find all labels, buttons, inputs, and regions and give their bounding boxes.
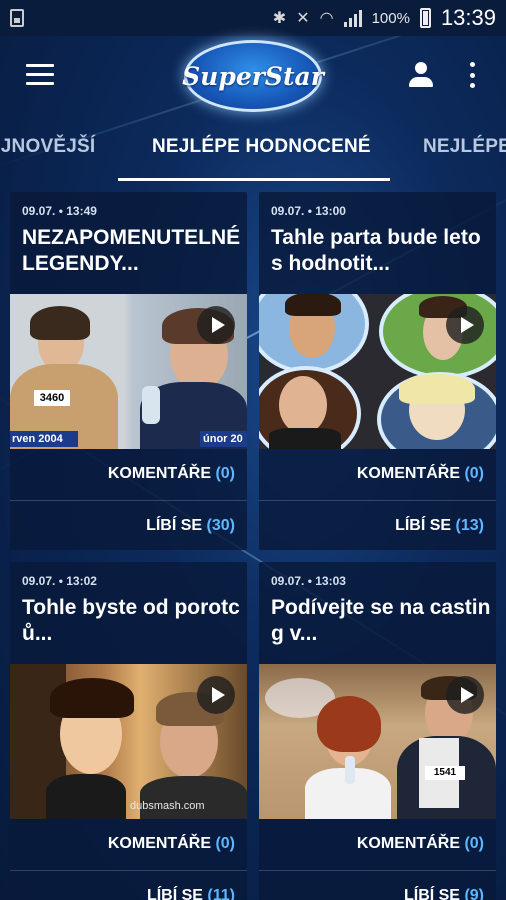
likes-link[interactable]: LÍBÍ SE (11) xyxy=(147,887,235,900)
tab-newest[interactable]: NEJNOVĚJŠÍ xyxy=(0,136,95,158)
card-title[interactable]: NEZAPOMENUTELNÉ LEGENDY... xyxy=(22,225,242,277)
status-bar: ✱ ✕ ◠ 100% 13:39 xyxy=(0,0,506,36)
likes-label: LÍBÍ SE xyxy=(146,887,203,900)
vibrate-mute-icon: ✕ xyxy=(296,10,310,27)
comments-link[interactable]: KOMENTÁŘE (0) xyxy=(108,465,235,483)
comments-count: (0) xyxy=(464,835,484,852)
comments-link[interactable]: KOMENTÁŘE (0) xyxy=(357,835,484,853)
likes-count: (13) xyxy=(455,517,484,534)
bluetooth-icon: ✱ xyxy=(272,10,287,27)
contestant-number: 3460 xyxy=(34,390,70,406)
likes-count: (11) xyxy=(207,887,235,900)
card-date: 09.07. • 13:00 xyxy=(271,204,346,218)
comments-link[interactable]: KOMENTÁŘE (0) xyxy=(357,465,484,483)
comments-label: KOMENTÁŘE xyxy=(107,465,211,482)
logo-text: SuperStar xyxy=(182,61,324,91)
divider xyxy=(259,870,496,871)
card-title[interactable]: Tohle byste od porotců... xyxy=(22,595,242,647)
tab-top-rated[interactable]: NEJLÉPE HODNOCENÉ xyxy=(152,136,371,158)
video-card[interactable]: 09.07. • 13:00 Tahle parta bude letos ho… xyxy=(259,192,496,550)
card-title[interactable]: Podívejte se na casting v... xyxy=(271,595,491,647)
wifi-icon: ◠ xyxy=(319,10,334,27)
comments-count: (0) xyxy=(215,465,235,482)
likes-label: LÍBÍ SE xyxy=(395,517,452,534)
clock: 13:39 xyxy=(440,5,496,30)
tab-best[interactable]: NEJLÉPE xyxy=(423,136,506,158)
thumbnail-caption: únor 20 xyxy=(200,431,247,447)
likes-count: (30) xyxy=(206,517,235,534)
comments-label: KOMENTÁŘE xyxy=(356,835,460,852)
comments-label: KOMENTÁŘE xyxy=(107,835,211,852)
user-account-icon[interactable] xyxy=(408,62,434,88)
likes-label: LÍBÍ SE xyxy=(403,887,460,900)
play-icon[interactable] xyxy=(446,676,484,714)
divider xyxy=(10,870,247,871)
card-date: 09.07. • 13:03 xyxy=(271,574,346,588)
menu-icon[interactable] xyxy=(26,64,54,86)
comments-count: (0) xyxy=(464,465,484,482)
likes-link[interactable]: LÍBÍ SE (9) xyxy=(404,887,484,900)
video-thumbnail[interactable] xyxy=(259,294,496,449)
sim-card-icon xyxy=(10,9,24,27)
signal-icon xyxy=(343,9,362,27)
likes-link[interactable]: LÍBÍ SE (13) xyxy=(395,517,484,535)
likes-count: (9) xyxy=(464,887,484,900)
card-date: 09.07. • 13:49 xyxy=(22,204,97,218)
card-date: 09.07. • 13:02 xyxy=(22,574,97,588)
comments-label: KOMENTÁŘE xyxy=(356,465,460,482)
card-title[interactable]: Tahle parta bude letos hodnotit... xyxy=(271,225,491,277)
play-icon[interactable] xyxy=(446,306,484,344)
play-icon[interactable] xyxy=(197,306,235,344)
divider xyxy=(10,500,247,501)
likes-link[interactable]: LÍBÍ SE (30) xyxy=(146,517,235,535)
more-options-icon[interactable] xyxy=(466,62,478,88)
video-card[interactable]: 09.07. • 13:02 Tohle byste od porotců...… xyxy=(10,562,247,900)
thumbnail-caption: rven 2004 xyxy=(10,431,78,447)
active-tab-indicator xyxy=(118,178,390,181)
divider xyxy=(259,500,496,501)
app-bar: SuperStar xyxy=(0,36,506,116)
video-thumbnail[interactable]: 3460 rven 2004 únor 20 xyxy=(10,294,247,449)
video-card[interactable]: 09.07. • 13:03 Podívejte se na casting v… xyxy=(259,562,496,900)
video-thumbnail[interactable]: 1541 xyxy=(259,664,496,819)
watermark-text: dubsmash.com xyxy=(130,800,205,812)
play-icon[interactable] xyxy=(197,676,235,714)
battery-icon xyxy=(419,8,431,28)
tab-bar: NEJNOVĚJŠÍ NEJLÉPE HODNOCENÉ NEJLÉPE xyxy=(0,116,506,182)
contestant-number: 1541 xyxy=(425,766,465,780)
comments-link[interactable]: KOMENTÁŘE (0) xyxy=(108,835,235,853)
battery-percent: 100% xyxy=(371,9,410,27)
video-thumbnail[interactable]: dubsmash.com xyxy=(10,664,247,819)
superstar-logo: SuperStar xyxy=(182,40,324,112)
video-card[interactable]: 09.07. • 13:49 NEZAPOMENUTELNÉ LEGENDY..… xyxy=(10,192,247,550)
likes-label: LÍBÍ SE xyxy=(146,517,203,534)
comments-count: (0) xyxy=(215,835,235,852)
